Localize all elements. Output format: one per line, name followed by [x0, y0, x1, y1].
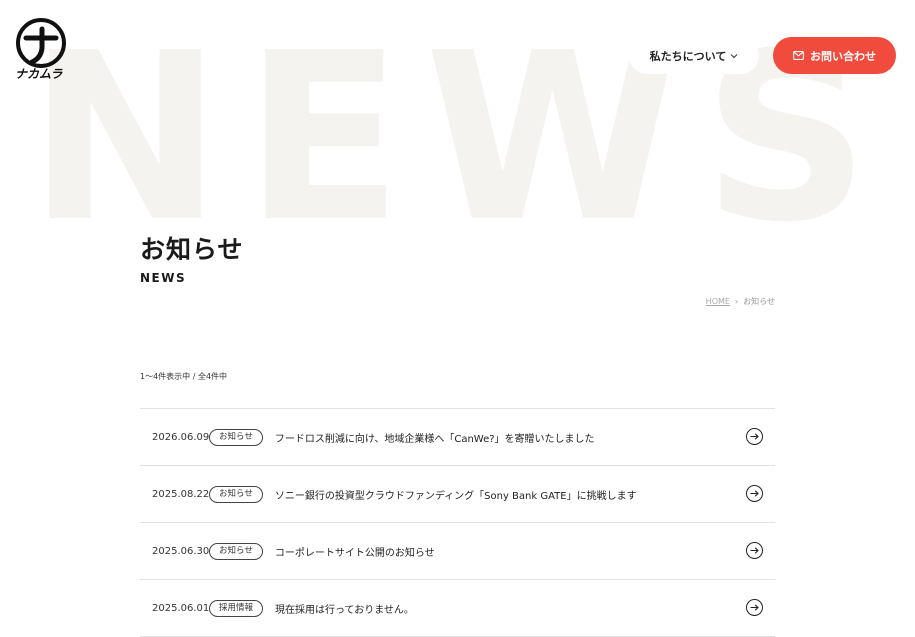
- nakamura-logo[interactable]: ナカムラ: [14, 18, 70, 90]
- breadcrumb-current: お知らせ: [743, 297, 775, 306]
- news-list: 2026.06.09 お知らせ フードロス削減に向け、地域企業様へ「CanWe?…: [140, 408, 775, 637]
- news-date: 2026.06.09: [152, 431, 210, 443]
- logo-mark-icon: ナカムラ: [15, 18, 66, 80]
- nav-about-label: 私たちについて: [649, 50, 727, 63]
- news-category-tag: お知らせ: [209, 485, 263, 503]
- contact-button[interactable]: お問い合わせ: [773, 37, 896, 74]
- news-date: 2025.06.01: [152, 602, 210, 614]
- svg-text:ナカムラ: ナカムラ: [15, 67, 63, 80]
- news-title: 現在採用は行っておりません。: [275, 604, 414, 616]
- news-title: コーポレートサイト公開のお知らせ: [274, 547, 435, 559]
- result-count: 1〜4件表示中 / 全4件中: [140, 372, 228, 381]
- news-date: 2025.08.22: [152, 488, 210, 500]
- news-category-tag: お知らせ: [209, 428, 263, 446]
- background-news-word: NEWS: [28, 3, 892, 273]
- mail-icon: [793, 51, 804, 60]
- page-title: お知らせ: [140, 235, 244, 264]
- chevron-down-icon: [730, 52, 738, 61]
- news-title: ソニー銀行の投資型クラウドファンディング「Sony Bank GATE」に挑戦し…: [274, 490, 637, 502]
- contact-label: お問い合わせ: [810, 49, 876, 63]
- news-title: フードロス削減に向け、地域企業様へ「CanWe?」を寄贈いたしました: [274, 433, 595, 445]
- news-category-tag: 採用情報: [209, 599, 264, 617]
- breadcrumb: HOME › お知らせ: [706, 296, 775, 307]
- news-item[interactable]: 2025.08.22 お知らせ ソニー銀行の投資型クラウドファンディング「Son…: [140, 466, 775, 523]
- page-subtitle: NEWS: [140, 271, 187, 285]
- breadcrumb-home-link[interactable]: HOME: [706, 297, 730, 306]
- arrow-right-icon[interactable]: [746, 485, 763, 502]
- breadcrumb-separator: ›: [734, 297, 739, 306]
- news-item[interactable]: 2025.06.01 採用情報 現在採用は行っておりません。: [140, 580, 775, 637]
- news-item[interactable]: 2025.06.30 お知らせ コーポレートサイト公開のお知らせ: [140, 523, 775, 580]
- news-category-tag: お知らせ: [209, 542, 263, 560]
- news-item[interactable]: 2026.06.09 お知らせ フードロス削減に向け、地域企業様へ「CanWe?…: [140, 409, 775, 466]
- nav-about-us[interactable]: 私たちについて: [629, 38, 759, 74]
- arrow-right-icon[interactable]: [746, 599, 763, 616]
- news-date: 2025.06.30: [152, 545, 210, 557]
- arrow-right-icon[interactable]: [746, 428, 763, 445]
- arrow-right-icon[interactable]: [746, 542, 763, 559]
